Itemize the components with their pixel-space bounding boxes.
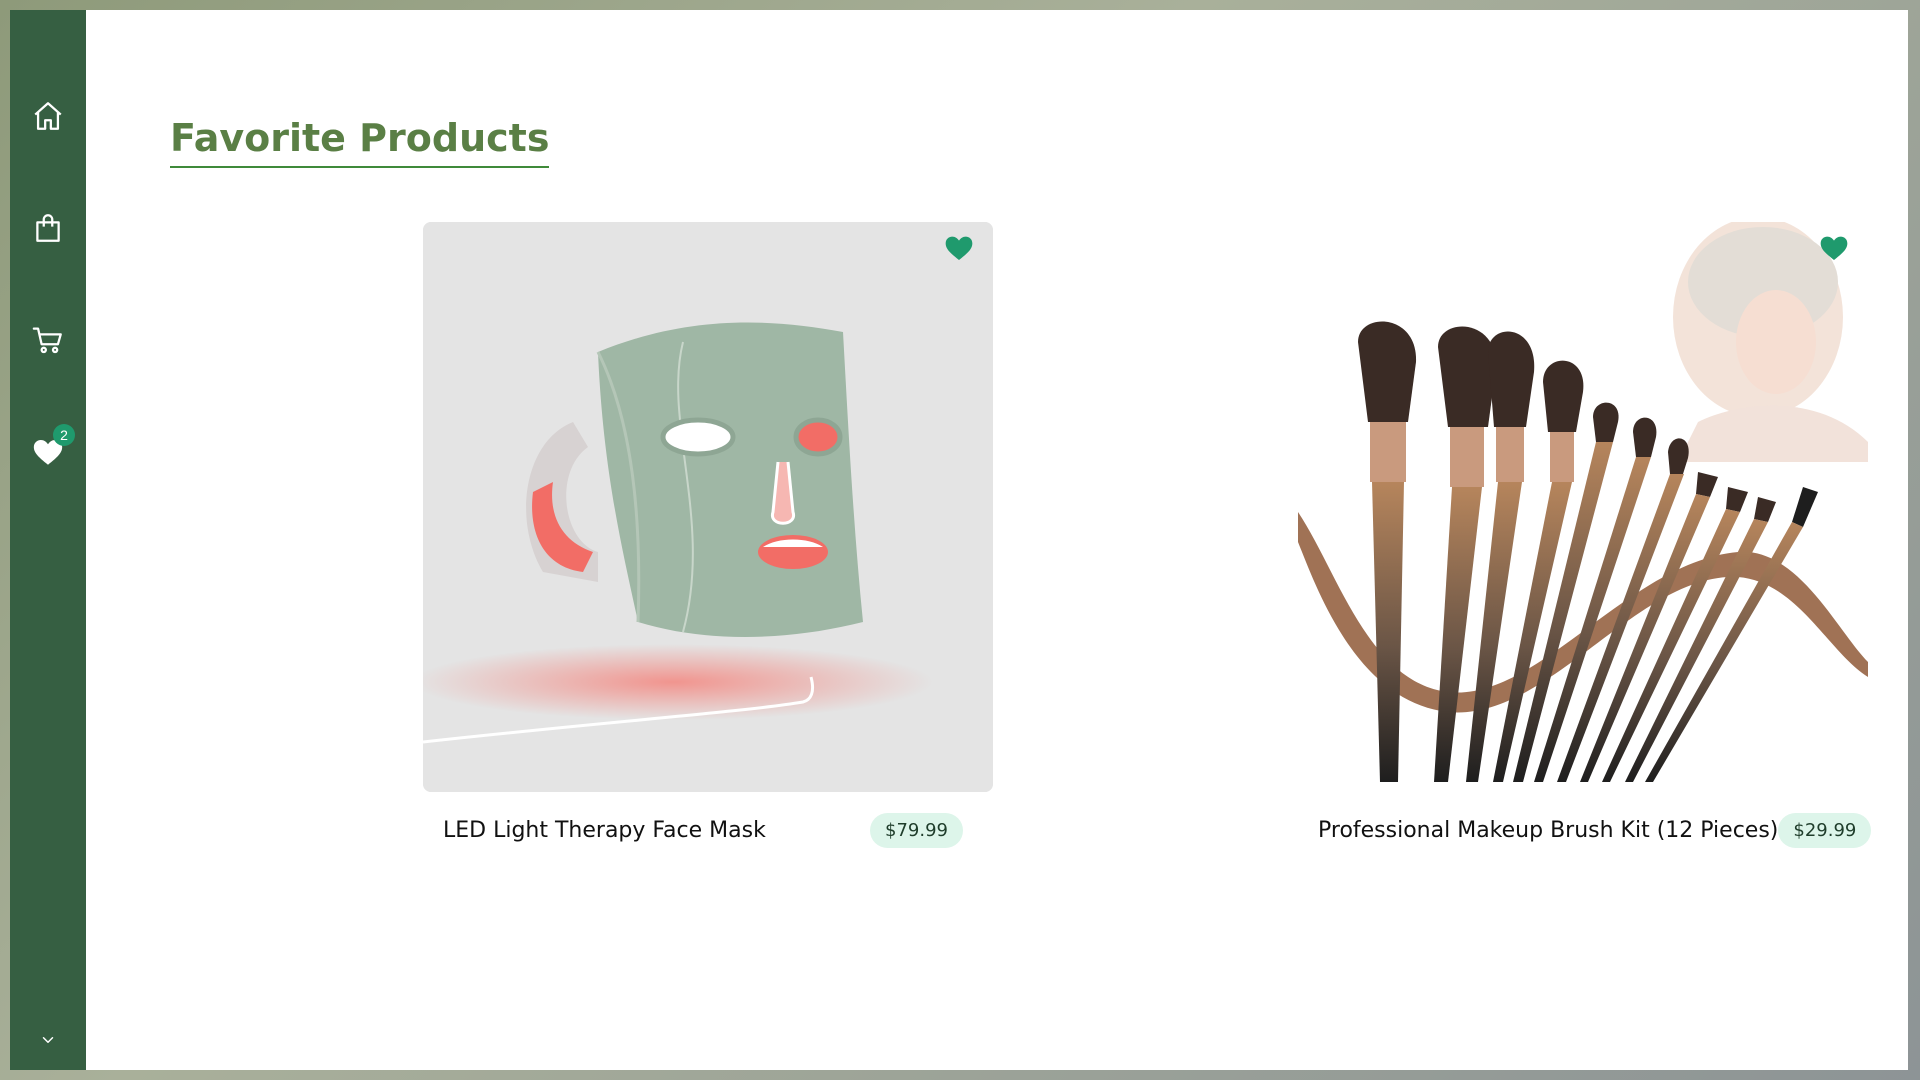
sidebar-item-cart[interactable] [10, 310, 86, 370]
shopping-bag-icon [36, 214, 60, 242]
favorites-count-badge: 2 [53, 424, 75, 446]
face-mask-image [423, 222, 993, 792]
home-icon [34, 102, 62, 130]
product-name[interactable]: Professional Makeup Brush Kit (12 Pieces… [1318, 818, 1778, 843]
makeup-brushes-image [1298, 222, 1868, 792]
favorite-heart-icon[interactable] [1818, 232, 1850, 264]
product-card[interactable]: Professional Makeup Brush Kit (12 Pieces… [1298, 222, 1872, 850]
product-footer: Professional Makeup Brush Kit (12 Pieces… [1298, 810, 1872, 850]
app-window: 2 Favorite Products LED Light Therapy Fa… [10, 10, 1908, 1070]
cart-icon [32, 327, 62, 354]
sidebar-item-favorites[interactable]: 2 [10, 422, 86, 482]
product-name[interactable]: LED Light Therapy Face Mask [443, 818, 766, 843]
favorite-heart-icon[interactable] [943, 232, 975, 264]
price-badge: $29.99 [1778, 812, 1872, 848]
price-badge: $79.99 [870, 812, 963, 848]
chevron-down-icon [42, 1037, 54, 1043]
page-title: Favorite Products [170, 116, 550, 168]
product-image[interactable] [1298, 222, 1868, 792]
sidebar-item-home[interactable] [10, 86, 86, 146]
sidebar-item-shop[interactable] [10, 198, 86, 258]
product-image[interactable] [423, 222, 993, 792]
product-footer: LED Light Therapy Face Mask $79.99 [423, 810, 993, 850]
sidebar: 2 [10, 10, 86, 1070]
sidebar-expand-button[interactable] [10, 1020, 86, 1060]
product-card[interactable]: LED Light Therapy Face Mask $79.99 [423, 222, 993, 850]
main-content: Favorite Products LED Light Therapy Face… [86, 10, 1908, 1070]
